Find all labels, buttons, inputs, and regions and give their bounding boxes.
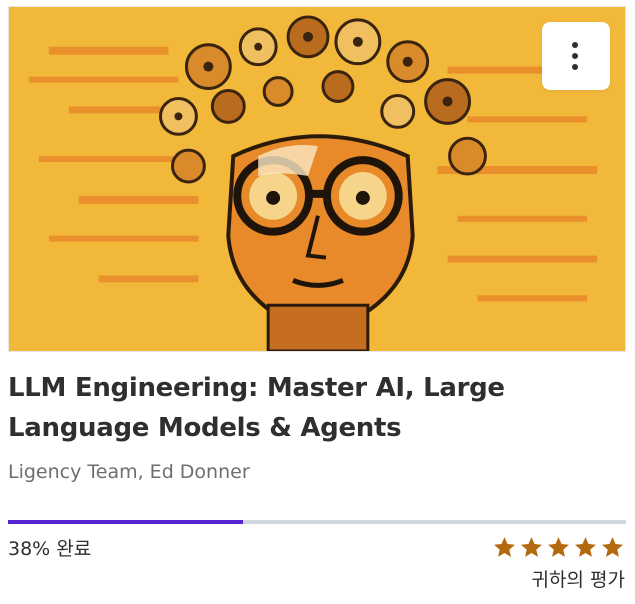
course-menu-button[interactable] — [542, 22, 610, 90]
star-icon[interactable] — [600, 535, 625, 560]
star-rating[interactable] — [492, 535, 625, 560]
your-rating-label[interactable]: 귀하의 평가 — [532, 566, 625, 594]
star-icon[interactable] — [546, 535, 571, 560]
course-thumbnail-illustration — [9, 7, 625, 351]
star-icon[interactable] — [492, 535, 517, 560]
star-icon[interactable] — [519, 535, 544, 560]
progress-label: 38% 완료 — [8, 538, 92, 560]
progress-bar-fill — [8, 520, 243, 524]
course-thumbnail[interactable] — [8, 6, 626, 352]
course-title[interactable]: LLM Engineering: Master AI, Large Langua… — [8, 368, 618, 448]
course-instructors: Ligency Team, Ed Donner — [8, 461, 250, 483]
more-vertical-icon — [572, 42, 580, 70]
star-icon[interactable] — [573, 535, 598, 560]
course-card[interactable]: LLM Engineering: Master AI, Large Langua… — [0, 0, 635, 604]
progress-bar — [8, 520, 626, 524]
